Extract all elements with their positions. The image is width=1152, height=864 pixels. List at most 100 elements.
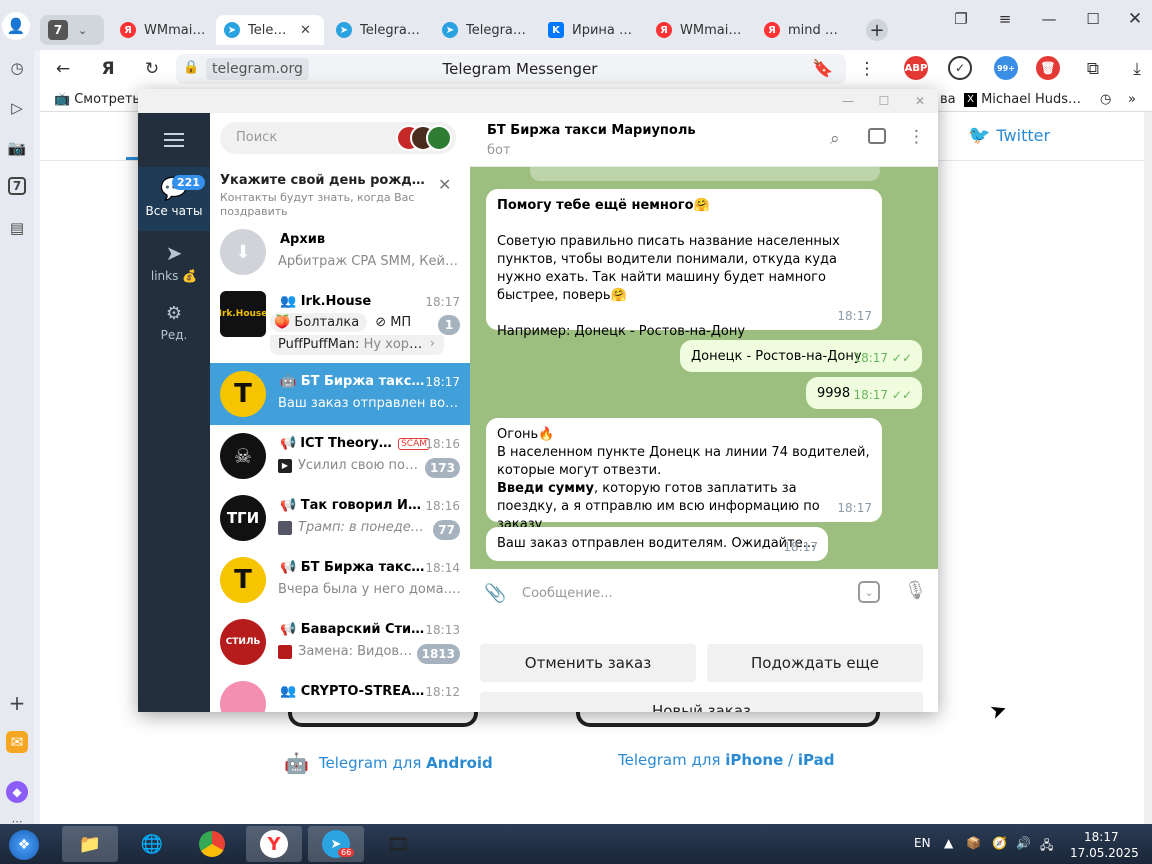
clock-icon[interactable]: ◷ <box>1100 92 1111 107</box>
network-icon[interactable]: 🖧 <box>1040 836 1053 857</box>
close-banner-icon[interactable]: ✕ <box>438 175 451 194</box>
new-order-button[interactable]: Новый заказ <box>480 692 923 712</box>
chat-header[interactable]: БТ Биржа такси Мариуполь бот ⌕ ⋮ <box>470 113 938 167</box>
tg-close-button[interactable]: ✕ <box>910 91 930 111</box>
taskbar-chrome[interactable] <box>184 826 240 862</box>
android-download-link[interactable]: 🤖 Telegram для Android <box>284 751 493 775</box>
tg-minimize-button[interactable]: — <box>838 91 858 111</box>
ios-download-link[interactable]: Telegram для iPhone / iPad <box>608 751 834 769</box>
lock-icon[interactable]: 🔒 <box>183 60 199 75</box>
back-icon[interactable]: ← <box>50 57 76 81</box>
alice-icon[interactable]: ◆ <box>6 781 28 803</box>
bot-message-drivers[interactable]: Огонь🔥 В населенном пункте Донецк на лин… <box>486 418 882 532</box>
hamburger-menu-icon[interactable] <box>164 133 184 147</box>
chat-row-crypto-streaming[interactable]: 👥 CRYPTO-STREAMI... 18:12 <box>210 673 470 712</box>
outgoing-message-amount[interactable]: 9998 18:17 ✓✓ <box>806 377 922 409</box>
more-options-icon[interactable]: ⋮ <box>908 127 925 147</box>
sidebar-toggle-icon[interactable] <box>868 128 886 144</box>
taskbar-media-player[interactable]: 🎞 <box>370 826 426 862</box>
tab-wmmail[interactable]: Я WMmail.ru <box>112 15 208 45</box>
add-panel-icon[interactable]: + <box>6 691 28 715</box>
message-area[interactable]: Помогу тебе ещё немного🤗 Советую правиль… <box>470 167 938 569</box>
message-input[interactable]: Сообщение... <box>522 586 613 601</box>
topic-chip[interactable]: 🍑 Болталка <box>270 313 368 332</box>
bookmarks-overflow-icon[interactable]: » <box>1128 92 1136 107</box>
taskbar-yandex-browser[interactable]: Y <box>246 826 302 862</box>
more-icon[interactable]: ⋮ <box>854 57 880 81</box>
adblock-icon[interactable]: ABP <box>904 56 928 80</box>
bookmark-michael-hudson[interactable]: X Michael Hudson ( <box>964 92 1086 107</box>
taskbar-browser-globe[interactable]: 🌐 <box>124 826 180 862</box>
topic-chip[interactable]: ⊘ МП <box>371 313 415 332</box>
bot-message-tips[interactable]: Помогу тебе ещё немного🤗 Советую правиль… <box>486 189 882 339</box>
mail-icon[interactable]: ✉ <box>6 731 28 753</box>
story-avatar-3[interactable] <box>426 125 452 151</box>
close-tab-icon[interactable]: ✕ <box>300 23 311 38</box>
chat-row-bt-birzha-selected[interactable]: T 🤖 БТ Биржа такси ... 18:17 Ваш заказ о… <box>210 363 470 425</box>
minimize-button[interactable]: — <box>1034 8 1064 30</box>
tg-maximize-button[interactable]: ☐ <box>874 91 894 111</box>
topic-preview[interactable]: PuffPuffMan: Ну хоро... <box>270 335 444 355</box>
bot-keyboard-icon[interactable]: ⌄ <box>858 581 880 603</box>
microphone-icon[interactable]: 🎙 <box>904 580 927 601</box>
tab-wmmail-2[interactable]: Я WMmail.ru <box>648 15 748 45</box>
download-icon[interactable]: ⤓ <box>1124 57 1150 81</box>
shield-icon[interactable]: ✓ <box>948 56 972 80</box>
outgoing-message-route[interactable]: Донецк - Ростов-на-Дону 18:17 ✓✓ <box>680 340 922 372</box>
search-icon[interactable]: ⌕ <box>830 129 840 149</box>
tab-vk[interactable]: K Ирина Попова <box>540 15 644 45</box>
folder-all-chats[interactable]: 💬 221 Все чаты <box>138 167 210 231</box>
tab-mind-money[interactable]: Я mind money <box>756 15 856 45</box>
taskbar-explorer[interactable]: 📁 <box>62 826 118 862</box>
address-domain[interactable]: telegram.org <box>206 58 309 80</box>
tab-telegram-active[interactable]: ➤ Telegram Web ✕ <box>216 15 324 45</box>
clock-time[interactable]: 18:17 <box>1084 830 1119 844</box>
maximize-button[interactable]: ☐ <box>1078 8 1108 30</box>
tab-group[interactable]: 7 ⌄ <box>40 15 104 45</box>
tab-telegram-2[interactable]: ➤ Telegram Web <box>328 15 430 45</box>
bookmark-partial[interactable]: ва <box>940 92 956 107</box>
attach-icon[interactable]: 📎 <box>484 583 506 604</box>
search-input[interactable]: Поиск <box>220 122 456 154</box>
folder-edit[interactable]: ⚙ Ред. <box>138 303 210 357</box>
taskbar-telegram[interactable]: ➤ 66 <box>308 826 364 862</box>
close-window-button[interactable]: ✕ <box>1120 8 1150 30</box>
start-button[interactable]: ❖ <box>4 826 44 864</box>
reload-icon[interactable]: ↻ <box>139 57 165 81</box>
tray-expand-icon[interactable]: ▲ <box>944 836 953 850</box>
bookmark-icon[interactable]: 🔖 <box>810 57 836 81</box>
chat-row-bt-birzha-a[interactable]: T 📢 БТ Биржа такси А... 18:14 Вчера была… <box>210 549 470 611</box>
volume-icon[interactable]: 🔊 <box>1016 836 1031 850</box>
notes-icon[interactable]: ▤ <box>6 217 28 239</box>
tab-telegram-3[interactable]: ➤ Telegram Web <box>434 15 536 45</box>
bookmark-tabs-icon[interactable]: ❐ <box>946 8 976 30</box>
bookmark-smotret[interactable]: 📺 Смотреть <box>54 92 140 107</box>
play-icon[interactable]: ▷ <box>6 97 28 119</box>
chat-row-tak-govoril[interactable]: ТГИ 📢 Так говорил Инве... 18:16 Трамп: в… <box>210 487 470 549</box>
new-tab-button[interactable]: + <box>866 19 888 41</box>
extension-badge-icon[interactable]: 99+ <box>994 56 1018 80</box>
extensions-icon[interactable]: ⧉ <box>1080 57 1106 81</box>
cancel-order-button[interactable]: Отменить заказ <box>480 644 696 682</box>
tray-yandex-icon[interactable]: 🧭 <box>992 836 1007 850</box>
menu-icon[interactable]: ≡ <box>990 8 1020 30</box>
birthday-banner[interactable]: Укажите свой день рождения! 🎂 Контакты б… <box>210 161 470 221</box>
tab-group-sidebar-icon[interactable]: 7 <box>8 177 26 195</box>
language-indicator[interactable]: EN <box>914 836 931 850</box>
history-icon[interactable]: ◷ <box>6 57 28 79</box>
camera-icon[interactable]: 📷 <box>6 137 28 159</box>
browser-profile-icon[interactable]: 👤 <box>2 12 30 40</box>
page-scrollbar[interactable] <box>1144 112 1152 824</box>
bot-message-sent[interactable]: Ваш заказ отправлен водителям. Ожидайте.… <box>486 527 828 561</box>
folder-links[interactable]: ➤ links 💰 <box>138 241 210 295</box>
chat-row-bavarsky[interactable]: СТИЛЬ 📢 Баварский Стиль... 18:13 Замена:… <box>210 611 470 673</box>
yandex-home-icon[interactable]: Я <box>95 57 121 81</box>
twitter-link[interactable]: 🐦 Twitter <box>968 125 1050 146</box>
wait-more-button[interactable]: Подождать еще <box>707 644 923 682</box>
tray-app-icon[interactable]: 📦 <box>966 836 981 850</box>
chat-row-ict-theory[interactable]: ☠ 📢 ICT Theory [T... SCAM 18:16 ▶ Усилил… <box>210 425 470 487</box>
archive-row[interactable]: ⬇ Архив Арбитраж CPA SMM, Кейсы ... <box>210 221 470 283</box>
clock-date[interactable]: 17.05.2025 <box>1070 846 1139 860</box>
chat-row-irk-house[interactable]: Irk.House 👥 Irk.House 18:17 🍑 Болталка ⊘… <box>210 283 470 355</box>
trash-extension-icon[interactable]: 🗑 <box>1036 56 1060 80</box>
